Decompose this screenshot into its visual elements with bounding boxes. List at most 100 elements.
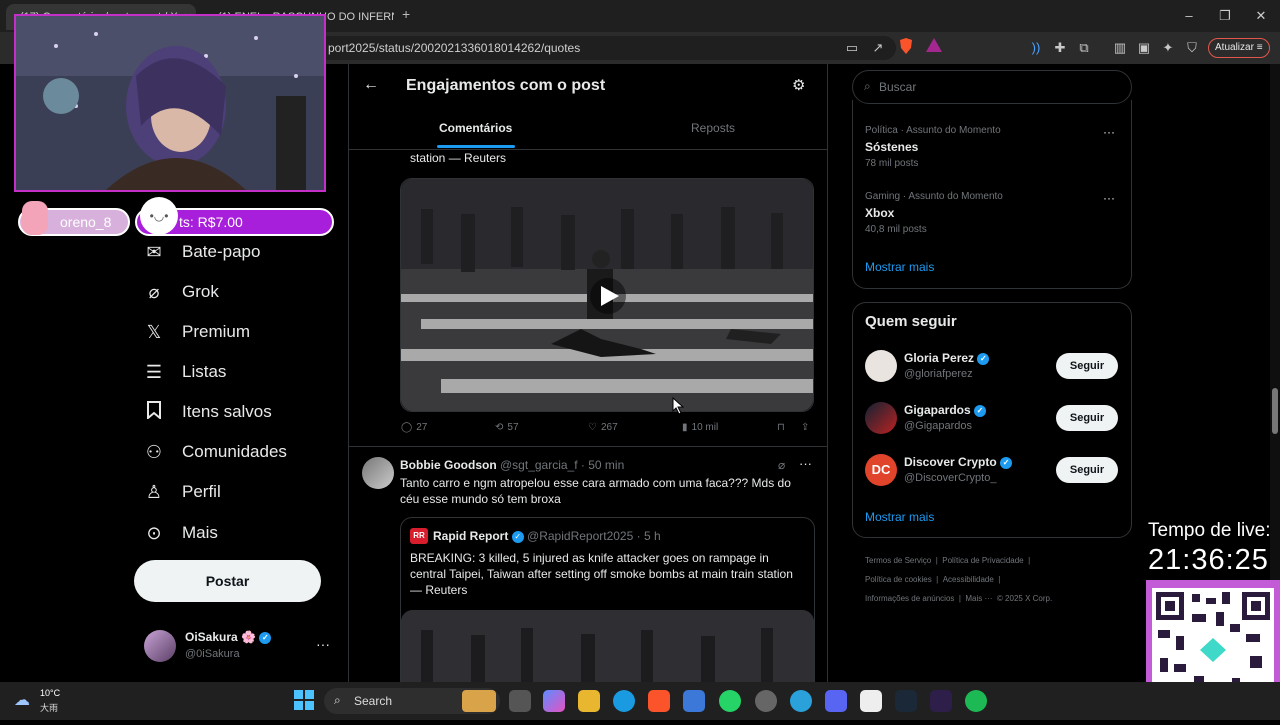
avatar[interactable] bbox=[362, 457, 394, 489]
account-more-icon[interactable]: ··· bbox=[316, 636, 330, 652]
tweet-more-icon[interactable]: ··· bbox=[799, 456, 812, 471]
audio-icon[interactable]: )) bbox=[1026, 38, 1046, 58]
views-action[interactable]: ▮ 10 mil bbox=[682, 422, 718, 433]
tab-reposts[interactable]: Reposts bbox=[691, 121, 735, 135]
trend-more-icon[interactable]: ··· bbox=[1103, 125, 1115, 139]
bookmark-action[interactable]: ⊓ bbox=[777, 422, 785, 433]
share-action[interactable]: ⇪ bbox=[801, 422, 809, 433]
verified-badge-icon: ✓ bbox=[259, 631, 272, 644]
trend-title[interactable]: Xbox bbox=[865, 206, 894, 220]
screenshot-icon[interactable]: ⧉ bbox=[1074, 38, 1094, 58]
spotify-icon[interactable] bbox=[965, 690, 987, 712]
show-more-trends-link[interactable]: Mostrar mais bbox=[865, 260, 934, 274]
follow-account-name[interactable]: Gigapardos bbox=[904, 403, 971, 417]
close-window-button[interactable]: ✕ bbox=[1246, 6, 1276, 26]
scrollbar-thumb[interactable] bbox=[1272, 388, 1278, 434]
cast-icon[interactable]: ▭ bbox=[842, 38, 862, 58]
obs-icon[interactable] bbox=[755, 690, 777, 712]
quoted-video-thumbnail[interactable] bbox=[401, 610, 814, 682]
brave-icon[interactable] bbox=[648, 690, 670, 712]
task-view-icon[interactable] bbox=[509, 690, 531, 712]
author-handle[interactable]: @sgt_garcia_f bbox=[500, 458, 578, 472]
telegram-icon[interactable] bbox=[790, 690, 812, 712]
trend-title[interactable]: Sóstenes bbox=[865, 140, 918, 154]
maximize-button[interactable]: ❐ bbox=[1210, 6, 1240, 26]
avatar[interactable] bbox=[865, 402, 897, 434]
follow-button[interactable]: Seguir bbox=[1056, 353, 1118, 379]
weather-temp[interactable]: 10°C bbox=[40, 688, 60, 698]
tweet-time[interactable]: · 50 min bbox=[581, 458, 624, 472]
footer-link[interactable]: Política de cookies bbox=[865, 575, 932, 584]
account-switcher[interactable]: OiSakura 🌸 ✓ @0iSakura ··· bbox=[144, 628, 334, 668]
post-button[interactable]: Postar bbox=[134, 560, 321, 602]
footer-link[interactable]: Política de Privacidade bbox=[942, 556, 1023, 565]
start-button[interactable] bbox=[294, 690, 314, 715]
tweet-text: Tanto carro e ngm atropelou esse cara ar… bbox=[400, 476, 791, 506]
sidebar-item-profile[interactable]: ♙ Perfil bbox=[144, 477, 221, 507]
quoted-time: · 5 h bbox=[636, 529, 661, 543]
microsoft-store-icon[interactable] bbox=[683, 690, 705, 712]
sidebar-item-bookmarks[interactable]: Itens salvos bbox=[144, 397, 272, 427]
follow-account-name[interactable]: Discover Crypto bbox=[904, 455, 997, 469]
discord-icon[interactable] bbox=[825, 690, 847, 712]
leo-ai-icon[interactable]: ✦ bbox=[1158, 38, 1178, 58]
show-more-follows-link[interactable]: Mostrar mais bbox=[865, 510, 934, 524]
tab-comments[interactable]: Comentários bbox=[439, 121, 512, 135]
like-action[interactable]: ♡ 267 bbox=[588, 422, 618, 433]
brave-rewards-icon[interactable] bbox=[924, 38, 944, 58]
file-explorer-icon[interactable] bbox=[578, 690, 600, 712]
whatsapp-icon[interactable] bbox=[719, 690, 741, 712]
page-title: Engajamentos com o post bbox=[406, 77, 606, 94]
new-tab-button[interactable]: + bbox=[402, 6, 410, 22]
communities-icon: ⚇ bbox=[145, 441, 163, 462]
copilot-icon[interactable] bbox=[543, 690, 565, 712]
follow-button[interactable]: Seguir bbox=[1056, 405, 1118, 431]
sidebar-item-chat[interactable]: ✉ Bate-papo bbox=[144, 237, 260, 267]
trend-more-icon[interactable]: ··· bbox=[1103, 191, 1115, 205]
minimize-button[interactable]: – bbox=[1174, 6, 1204, 26]
mouse-cursor-icon bbox=[672, 396, 685, 420]
grok-explain-icon[interactable]: ⌀ bbox=[778, 458, 785, 472]
sidebar-item-premium[interactable]: 𝕏 Premium bbox=[144, 317, 250, 347]
sidebar-item-communities[interactable]: ⚇ Comunidades bbox=[144, 437, 287, 467]
menu-icon: ≡ bbox=[1256, 42, 1263, 53]
back-arrow-icon[interactable]: ← bbox=[363, 76, 379, 94]
filter-settings-icon[interactable]: ⚙ bbox=[792, 76, 805, 94]
update-label: Atualizar bbox=[1215, 42, 1254, 53]
sidebar-toggle-icon[interactable]: ▥ bbox=[1110, 38, 1130, 58]
capcut-icon[interactable] bbox=[860, 690, 882, 712]
sidebar-item-more[interactable]: ⊙ Mais bbox=[144, 518, 217, 548]
reply-action[interactable]: ◯ 27 bbox=[401, 422, 427, 433]
repost-count: 57 bbox=[507, 422, 519, 433]
repost-action[interactable]: ⟲ 57 bbox=[495, 422, 519, 433]
share-icon[interactable]: ↗ bbox=[868, 38, 888, 58]
update-browser-button[interactable]: Atualizar ≡ bbox=[1208, 38, 1270, 58]
weather-icon[interactable]: ☁ bbox=[14, 690, 30, 710]
avatar[interactable] bbox=[865, 350, 897, 382]
video-player[interactable] bbox=[401, 179, 813, 411]
extensions-icon[interactable]: ✚ bbox=[1050, 38, 1070, 58]
brave-shields-icon[interactable] bbox=[896, 38, 916, 58]
avatar[interactable]: DC bbox=[865, 454, 897, 486]
edge-icon[interactable] bbox=[613, 690, 635, 712]
follow-button[interactable]: Seguir bbox=[1056, 457, 1118, 483]
follow-account-handle: @gloriafperez bbox=[904, 368, 973, 380]
search-input[interactable]: Buscar bbox=[852, 70, 1132, 104]
footer-link[interactable]: Informações de anúncios bbox=[865, 594, 954, 603]
sidebar-item-grok[interactable]: ⌀ Grok bbox=[144, 277, 219, 307]
weather-desc[interactable]: 大雨 bbox=[40, 701, 58, 714]
address-bar[interactable]: port2025/status/2002021336018014262/quot… bbox=[316, 36, 896, 60]
steam-icon[interactable] bbox=[895, 690, 917, 712]
follow-account-name[interactable]: Gloria Perez bbox=[904, 351, 974, 365]
sidebar-item-lists[interactable]: ☰ Listas bbox=[144, 357, 227, 387]
wallet-icon[interactable]: ▣ bbox=[1134, 38, 1154, 58]
author-name[interactable]: Bobbie Goodson bbox=[400, 458, 497, 472]
footer-link[interactable]: Acessibilidade bbox=[943, 575, 994, 584]
sidebar-item-label: Comunidades bbox=[182, 442, 287, 461]
quoted-avatar: RR bbox=[410, 528, 428, 544]
sidebar-item-label: Listas bbox=[182, 362, 227, 381]
footer-link[interactable]: Mais ··· bbox=[965, 594, 992, 603]
vpn-icon[interactable]: ⛉ bbox=[1182, 38, 1202, 58]
footer-link[interactable]: Termos de Serviço bbox=[865, 556, 931, 565]
app-icon[interactable] bbox=[930, 690, 952, 712]
